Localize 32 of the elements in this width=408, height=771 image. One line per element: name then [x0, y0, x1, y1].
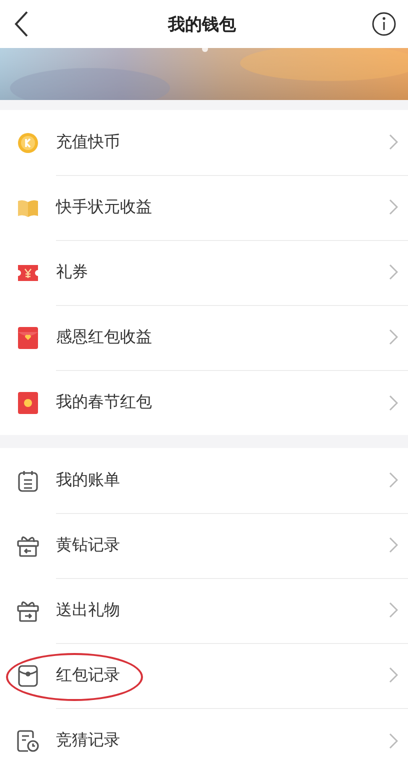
page-title: 我的钱包 [168, 14, 236, 36]
info-icon[interactable] [372, 12, 396, 36]
chevron-icon [388, 732, 398, 748]
envelope-icon [18, 664, 38, 686]
envelope-icon [18, 392, 38, 414]
chevron-icon [388, 602, 398, 618]
chevron-icon [388, 199, 398, 215]
menu-item-label[interactable]: 我的春节红包 [56, 392, 152, 413]
chevron-icon [388, 472, 398, 488]
envelope-icon [18, 326, 38, 348]
menu-item-label[interactable]: 竞猜记录 [56, 730, 120, 751]
gift-icon [17, 600, 39, 622]
clock-document-icon [17, 730, 39, 752]
gift-icon [17, 534, 39, 556]
chevron-icon [388, 329, 398, 345]
chevron-icon [388, 667, 398, 683]
menu-item-label[interactable]: 感恩红包收益 [56, 326, 152, 348]
menu-item-label[interactable]: 送出礼物 [56, 600, 120, 620]
chevron-icon [388, 264, 398, 280]
menu-item-label[interactable]: 我的账单 [56, 470, 120, 490]
chevron-icon [388, 537, 398, 553]
ticket-icon [17, 264, 39, 282]
menu-item-label[interactable]: 黄钻记录 [56, 534, 120, 556]
chevron-icon [388, 394, 398, 410]
chevron-icon [388, 134, 398, 150]
calendar-icon [18, 470, 38, 492]
menu-item-label[interactable]: 红包记录 [56, 664, 120, 686]
menu-item-label[interactable]: 充值快币 [56, 132, 120, 152]
menu-item-label[interactable]: 礼券 [56, 262, 88, 282]
menu-item-label[interactable]: 快手状元收益 [56, 196, 152, 218]
book-icon [17, 198, 39, 218]
coin-icon [17, 132, 39, 154]
